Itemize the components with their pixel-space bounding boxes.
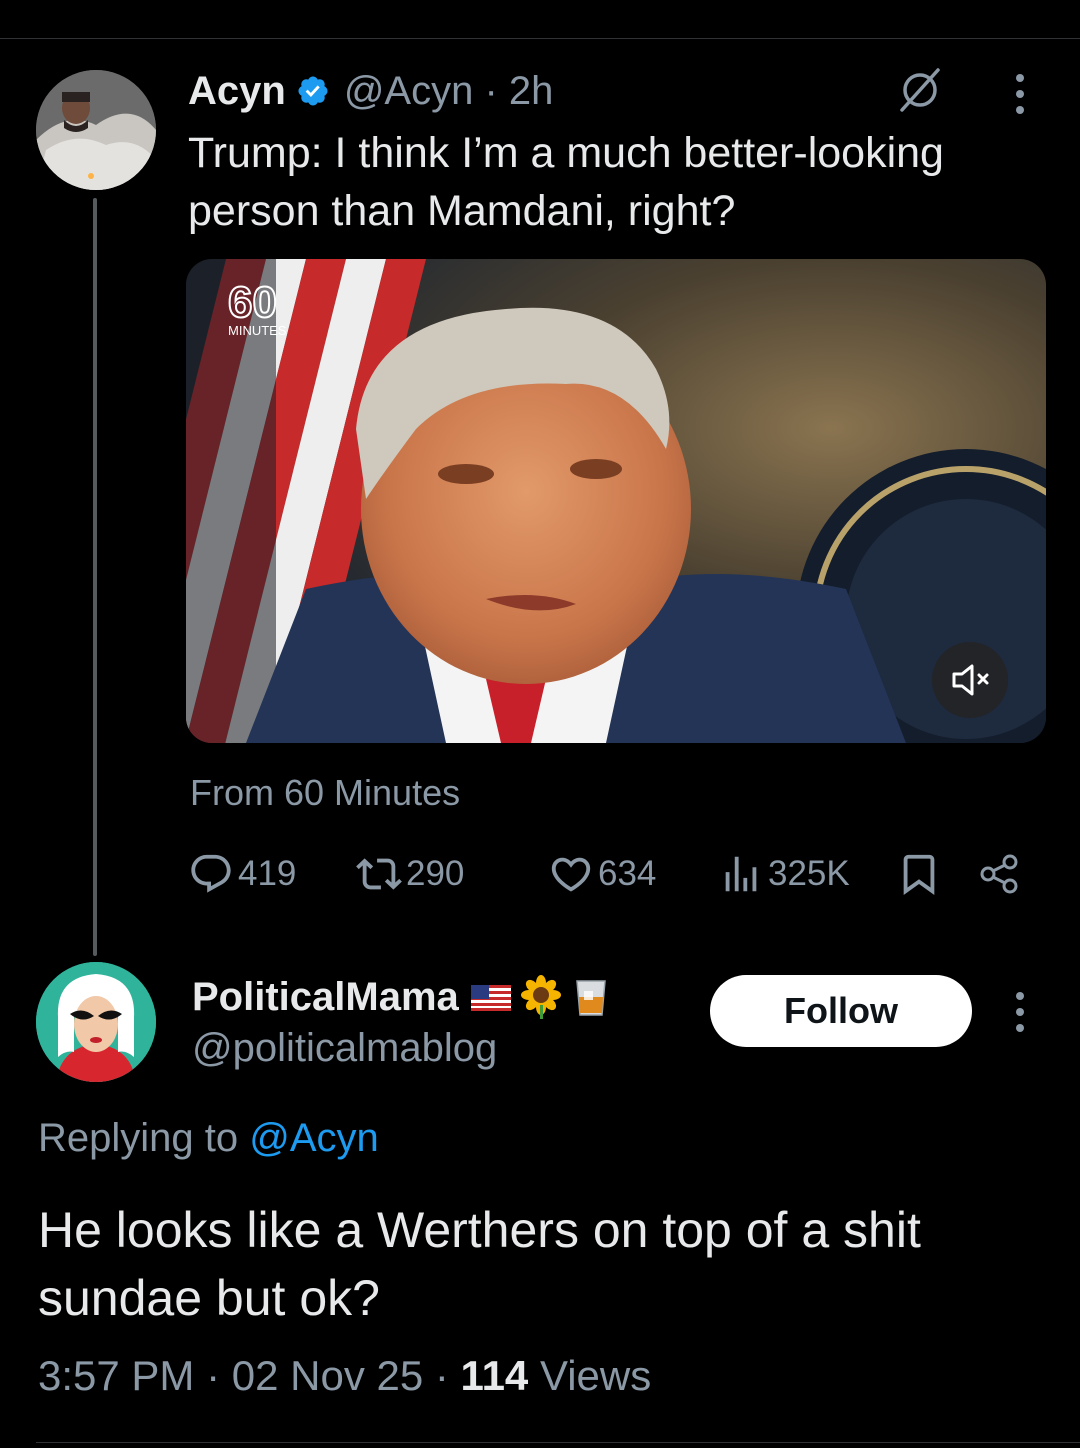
reply-meta: 3:57 PM · 02 Nov 25 · 114 Views	[38, 1352, 651, 1400]
reply-author-row: PoliticalMama	[192, 970, 619, 1024]
grok-icon[interactable]	[896, 66, 944, 114]
reply-views-count: 114	[460, 1352, 529, 1399]
tweet-text: Trump: I think I’m a much better-looking…	[188, 129, 944, 235]
parent-author-row: Acyn @Acyn · 2h	[188, 66, 553, 116]
sunflower-emoji	[520, 975, 561, 1019]
show-logo-text: MINUTES	[228, 323, 287, 338]
reply-button[interactable]: 419	[188, 846, 296, 902]
author-handle-time[interactable]: @Acyn · 2h	[344, 69, 554, 114]
bar-chart-icon	[725, 856, 757, 892]
us-flag-emoji	[470, 985, 511, 1011]
reply-author-name[interactable]: PoliticalMama	[192, 975, 459, 1020]
mute-toggle-button[interactable]	[932, 642, 1008, 718]
tweet-actions-bar: 419 290 634 325K	[188, 846, 1028, 902]
reply-text: He looks like a Werthers on top of a shi…	[38, 1202, 921, 1326]
views-count: 325K	[768, 854, 850, 893]
tumbler-glass-emoji	[575, 980, 606, 1016]
like-count: 634	[598, 854, 657, 893]
replying-to-mention[interactable]: @Acyn	[249, 1116, 379, 1160]
politicalmama-avatar[interactable]	[36, 962, 156, 1082]
reply-count: 419	[238, 854, 297, 893]
reply-icon	[191, 854, 231, 893]
media-source-label[interactable]: From 60 Minutes	[190, 772, 460, 814]
more-vertical-icon[interactable]	[1012, 72, 1028, 116]
speaker-muted-icon	[952, 664, 989, 696]
thread-connector	[93, 198, 97, 956]
repost-button[interactable]: 290	[356, 846, 464, 902]
more-vertical-icon[interactable]	[1012, 990, 1028, 1034]
bottom-divider	[36, 1442, 1080, 1443]
heart-icon	[551, 857, 591, 892]
share-button[interactable]	[976, 846, 1026, 902]
acyn-avatar[interactable]	[36, 70, 156, 190]
share-icon	[980, 854, 1018, 894]
bookmark-button[interactable]	[896, 846, 946, 902]
like-button[interactable]: 634	[548, 846, 656, 902]
author-name[interactable]: Acyn	[188, 69, 286, 114]
reply-views-label: Views	[528, 1352, 652, 1399]
reply-timestamp[interactable]: 3:57 PM · 02 Nov 25 ·	[38, 1352, 461, 1399]
video-player[interactable]: 60 MINUTES	[186, 259, 1046, 743]
verified-badge-icon	[298, 76, 328, 106]
follow-button[interactable]: Follow	[710, 975, 972, 1047]
show-logo-number: 60	[228, 278, 277, 327]
repost-icon	[356, 858, 402, 890]
reply-author-handle[interactable]: @politicalmablog	[192, 1026, 497, 1071]
bookmark-icon	[903, 854, 935, 895]
repost-count: 290	[406, 854, 465, 893]
top-divider	[0, 38, 1080, 39]
views-button[interactable]: 325K	[718, 846, 850, 902]
replying-to-line: Replying to @Acyn	[38, 1116, 379, 1161]
replying-to-label: Replying to	[38, 1116, 239, 1160]
